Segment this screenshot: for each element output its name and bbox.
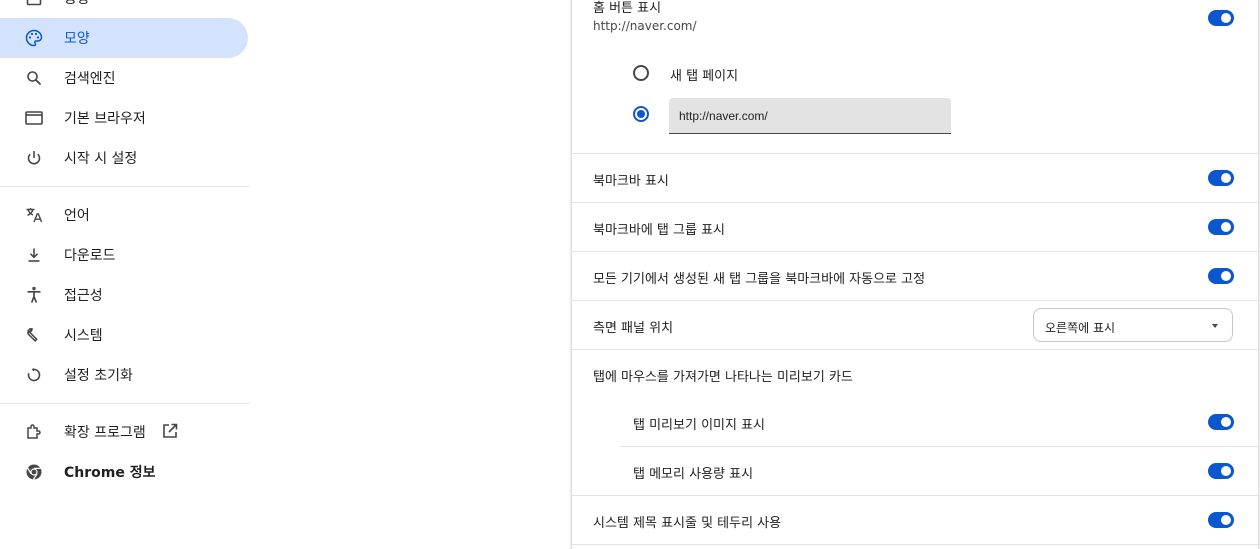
show-bookmarks-bar-row: 북마크바 표시 (572, 153, 1258, 202)
home-button-toggle[interactable] (1208, 10, 1234, 26)
palette-icon (24, 28, 44, 48)
sidebar-item-label: 설정 초기화 (64, 368, 133, 384)
wrench-icon (24, 325, 44, 345)
auto-pin-tab-groups-label: 모든 기기에서 생성된 새 탭 그룹을 북마크바에 자동으로 고정 (593, 272, 926, 287)
show-bookmarks-bar-toggle[interactable] (1208, 170, 1234, 186)
side-panel-position-select[interactable]: 오른쪽에 표시 (1033, 308, 1233, 342)
sidebar-item-extensions[interactable]: 확장 프로그램 (0, 412, 248, 452)
side-panel-position-label: 측면 패널 위치 (593, 321, 674, 336)
tab-memory-usage-label: 탭 메모리 사용량 표시 (633, 467, 754, 482)
new-tab-page-radio[interactable] (633, 65, 649, 81)
system-title-bar-toggle[interactable] (1208, 512, 1234, 528)
search-icon (24, 68, 44, 88)
sidebar-item-search-engine[interactable]: 검색엔진 (0, 58, 248, 98)
sidebar-item-accessibility[interactable]: 접근성 (0, 275, 248, 315)
tab-groups-bookmarks-label: 북마크바에 탭 그룹 표시 (593, 223, 725, 238)
sidebar-item-label: 기본 브라우저 (64, 111, 146, 127)
browser-window-icon (24, 108, 44, 128)
auto-pin-tab-groups-toggle[interactable] (1208, 268, 1234, 284)
download-icon (24, 245, 44, 265)
accessibility-icon (24, 285, 44, 305)
custom-url-radio[interactable] (633, 106, 649, 122)
sidebar-item-label: 접근성 (64, 288, 103, 304)
chrome-icon (24, 462, 44, 482)
power-icon (24, 148, 44, 168)
home-button-url-sublabel: http://naver.com/ (593, 19, 697, 33)
sidebar-divider (0, 186, 250, 187)
hover-card-divider (620, 446, 1258, 447)
tab-image-preview-label: 탭 미리보기 이미지 표시 (633, 418, 765, 433)
dropdown-arrow-icon (1212, 324, 1218, 328)
show-bookmarks-bar-label: 북마크바 표시 (593, 174, 669, 189)
sidebar-item-label: 다운로드 (64, 248, 116, 264)
sidebar-item-system[interactable]: 시스템 (0, 315, 248, 355)
sidebar-item-default-browser[interactable]: 기본 브라우저 (0, 98, 248, 138)
auto-pin-tab-groups-row: 모든 기기에서 생성된 새 탭 그룹을 북마크바에 자동으로 고정 (572, 251, 1258, 300)
sidebar-item-languages[interactable]: 언어 (0, 195, 248, 235)
hover-card-label: 탭에 마우스를 가져가면 나타나는 미리보기 카드 (593, 370, 853, 385)
next-row-edge (572, 544, 1258, 549)
open-in-new-icon[interactable] (161, 422, 181, 442)
settings-sidebar: 농장 모양 검색엔진 기본 브라우저 시작 시 설정 언어 (0, 0, 250, 549)
sidebar-item-on-startup[interactable]: 시작 시 설정 (0, 138, 248, 178)
sidebar-item-label: 확장 프로그램 (64, 425, 146, 441)
home-icon (24, 0, 44, 8)
system-title-bar-label: 시스템 제목 표시줄 및 테두리 사용 (593, 516, 782, 531)
sidebar-item-label: 검색엔진 (64, 71, 116, 87)
sidebar-item-label: Chrome 정보 (64, 465, 156, 481)
tab-image-preview-toggle[interactable] (1208, 414, 1234, 430)
home-url-input[interactable] (669, 98, 951, 134)
sidebar-item-label: 시작 시 설정 (64, 151, 138, 167)
sidebar-item-label: 시스템 (64, 328, 103, 344)
sidebar-item-partial-top[interactable]: 농장 (0, 0, 248, 18)
translate-icon (24, 205, 44, 225)
sidebar-item-appearance[interactable]: 모양 (0, 18, 248, 58)
side-panel-position-row: 측면 패널 위치 오른쪽에 표시 (572, 300, 1258, 349)
sidebar-item-label: 모양 (64, 31, 90, 47)
sidebar-item-reset[interactable]: 설정 초기화 (0, 355, 248, 395)
tab-memory-usage-toggle[interactable] (1208, 463, 1234, 479)
tab-groups-bookmarks-row: 북마크바에 탭 그룹 표시 (572, 202, 1258, 251)
new-tab-page-label: 새 탭 페이지 (670, 69, 739, 84)
system-title-bar-row: 시스템 제목 표시줄 및 테두리 사용 (572, 495, 1258, 544)
sidebar-item-downloads[interactable]: 다운로드 (0, 235, 248, 275)
sidebar-divider (0, 403, 250, 404)
home-button-label: 홈 버튼 표시 (593, 1, 662, 16)
side-panel-position-value: 오른쪽에 표시 (1045, 321, 1116, 335)
reset-icon (24, 365, 44, 385)
appearance-settings-card: 홈 버튼 표시 http://naver.com/ 새 탭 페이지 북마크바 표… (572, 0, 1258, 549)
sidebar-item-label: 농장 (64, 0, 90, 8)
hover-card-section: 탭에 마우스를 가져가면 나타나는 미리보기 카드 탭 미리보기 이미지 표시 … (572, 349, 1258, 495)
tab-groups-bookmarks-toggle[interactable] (1208, 219, 1234, 235)
sidebar-item-label: 언어 (64, 208, 90, 224)
extension-icon (24, 422, 44, 442)
sidebar-item-about-chrome[interactable]: Chrome 정보 (0, 452, 248, 492)
